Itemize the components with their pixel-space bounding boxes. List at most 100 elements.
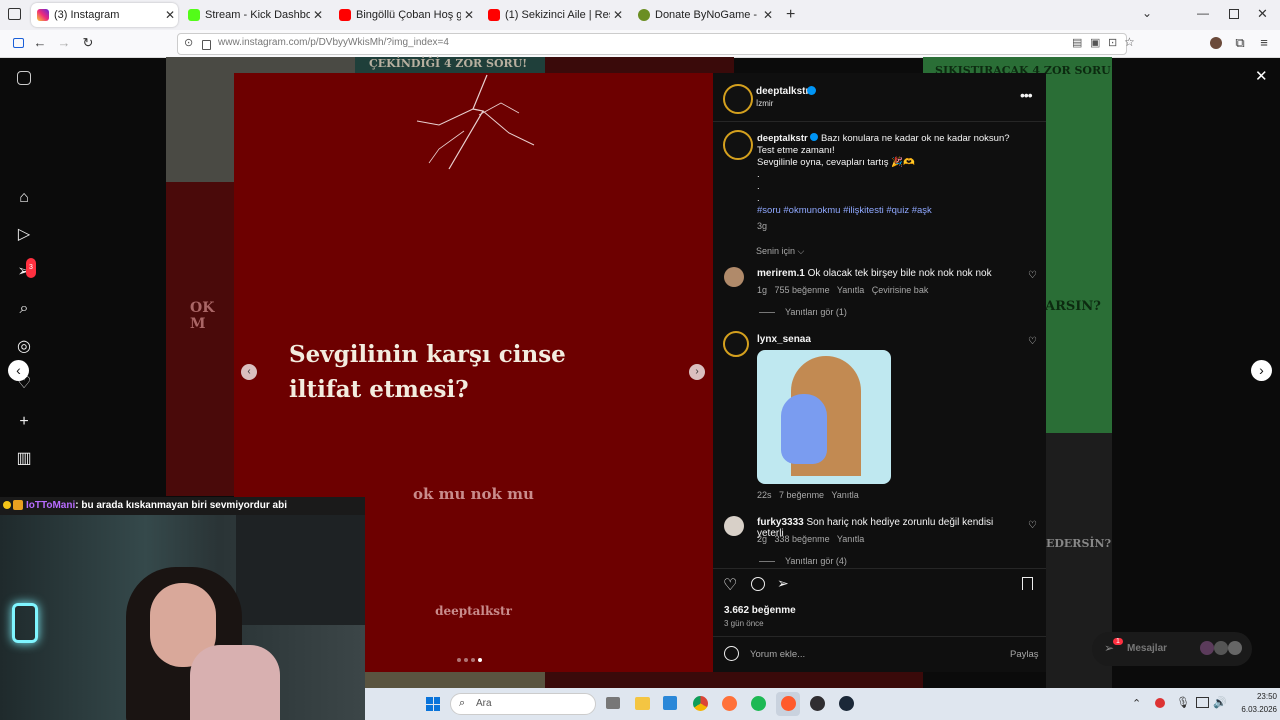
translate-button[interactable]: Çevirisine bak xyxy=(872,285,929,295)
volume-icon[interactable]: 🔊 xyxy=(1213,696,1227,709)
reload-icon[interactable]: ↻ xyxy=(80,35,96,51)
minimize-icon[interactable]: — xyxy=(1197,6,1209,20)
create-icon[interactable]: + xyxy=(14,412,34,432)
address-bar[interactable]: ⊙ www.instagram.com/p/DVbyyWkisMh/?img_i… xyxy=(177,33,1135,55)
more-options-icon[interactable]: ••• xyxy=(1020,87,1033,103)
share-comment-button[interactable]: Paylaş xyxy=(1010,649,1039,660)
comment-icon[interactable] xyxy=(751,577,765,591)
clock-time[interactable]: 23:50 xyxy=(1235,692,1277,701)
forward-icon[interactable]: → xyxy=(56,35,72,51)
emoji-icon[interactable] xyxy=(724,646,739,661)
reply-button[interactable]: Yanıtla xyxy=(831,490,858,500)
tab-bynogame[interactable]: Donate ByNoGame - Gelen/Gid ✕ xyxy=(632,3,776,27)
grid-tile[interactable] xyxy=(365,672,545,688)
reply-button[interactable]: Yanıtla xyxy=(837,285,864,295)
sort-comments-dropdown[interactable]: Senin için ⌵ xyxy=(756,246,804,257)
header-location[interactable]: İzmir xyxy=(756,99,773,108)
site-info-icon[interactable]: ⊙ xyxy=(184,36,193,49)
caption-username[interactable]: deeptalkstr xyxy=(757,133,808,144)
new-tab-icon[interactable]: + xyxy=(786,6,795,24)
clock-date[interactable]: 6.03.2026 xyxy=(1227,705,1277,714)
avatar[interactable] xyxy=(723,130,753,160)
grid-tile[interactable]: OK M xyxy=(166,182,234,496)
header-username[interactable]: deeptalkstr xyxy=(756,86,809,97)
obs-icon[interactable] xyxy=(810,696,825,711)
tab-youtube-1[interactable]: Bingöllü Çoban Hoş geldiniz - Y ✕ xyxy=(333,3,477,27)
save-icon[interactable] xyxy=(1022,577,1033,590)
messages-widget[interactable]: ➢ 1 Mesajlar xyxy=(1092,632,1252,666)
comment-likes[interactable]: 7 beğenme xyxy=(779,490,824,500)
tab-instagram[interactable]: (3) Instagram ✕ xyxy=(31,3,178,27)
tray-chevron-up-icon[interactable]: ⌃ xyxy=(1132,697,1141,710)
hashtags[interactable]: #soru #okmunokmu #ilişkitesti #quiz #aşk xyxy=(757,205,1025,217)
close-modal-icon[interactable]: ✕ xyxy=(1255,67,1268,85)
prev-post-button[interactable]: ‹ xyxy=(8,360,29,381)
menu-icon[interactable]: ≡ xyxy=(1256,35,1272,51)
comment-username[interactable]: lynx_senaa xyxy=(757,334,811,345)
profile-icon[interactable] xyxy=(1208,35,1224,51)
tray-app-icon[interactable] xyxy=(1155,698,1165,708)
grid-tile[interactable] xyxy=(545,672,923,688)
reader-view-icon[interactable]: ▤ xyxy=(1072,36,1082,49)
grid-tile[interactable]: ÇEKİNDİĞİ 4 ZOR SORU! xyxy=(355,57,545,73)
avatar[interactable] xyxy=(723,331,749,357)
search-icon[interactable]: ⌕ xyxy=(14,299,34,319)
comment-likes[interactable]: 755 beğenme xyxy=(775,285,830,295)
firefox-icon[interactable] xyxy=(722,696,737,711)
task-view-icon[interactable] xyxy=(606,697,620,709)
sidebar-toggle-icon[interactable] xyxy=(10,35,26,51)
comment-input[interactable]: Yorum ekle... xyxy=(750,649,805,660)
pip-icon[interactable]: ⊡ xyxy=(1108,36,1117,49)
share-icon[interactable]: ➢ xyxy=(777,575,789,592)
close-tab-icon[interactable]: ✕ xyxy=(162,8,178,22)
view-replies-button[interactable]: Yanıtları gör (4) xyxy=(759,556,847,566)
microphone-icon[interactable]: 🎙 xyxy=(1176,696,1190,709)
avatar[interactable] xyxy=(724,267,744,287)
chrome-icon[interactable] xyxy=(693,696,708,711)
close-tab-icon[interactable]: ✕ xyxy=(461,8,477,22)
tab-kick[interactable]: Stream - Kick Dashboard ✕ xyxy=(182,3,326,27)
tab-youtube-2[interactable]: (1) Sekizinci Aile | Resmi Fragma ✕ xyxy=(482,3,626,27)
next-post-button[interactable]: › xyxy=(1251,360,1272,381)
file-explorer-icon[interactable] xyxy=(635,697,650,710)
extensions-icon[interactable]: ⧉ xyxy=(1232,35,1248,51)
maximize-icon[interactable] xyxy=(1229,9,1239,19)
home-icon[interactable]: ⌂ xyxy=(14,188,34,208)
tab-list-dropdown-icon[interactable]: ⌄ xyxy=(1142,6,1152,20)
instagram-logo-icon[interactable] xyxy=(14,71,34,91)
close-tab-icon[interactable]: ✕ xyxy=(610,8,626,22)
tab-list-icon[interactable] xyxy=(8,8,21,20)
steam-icon[interactable] xyxy=(839,696,854,711)
reply-button[interactable]: Yanıtla xyxy=(837,534,864,544)
like-comment-icon[interactable]: ♡ xyxy=(1028,270,1037,281)
network-icon[interactable] xyxy=(1196,697,1209,708)
close-window-icon[interactable]: ✕ xyxy=(1257,6,1268,22)
comment-username[interactable]: furky3333 xyxy=(757,517,804,528)
store-icon[interactable] xyxy=(663,696,677,710)
back-icon[interactable]: ← xyxy=(32,35,48,51)
comment-username[interactable]: merirem.1 xyxy=(757,268,805,279)
spotify-icon[interactable] xyxy=(751,696,766,711)
avatar[interactable] xyxy=(724,516,744,536)
close-tab-icon[interactable]: ✕ xyxy=(310,8,326,22)
reels-icon[interactable]: ▷ xyxy=(14,225,34,245)
firefox-active-icon[interactable] xyxy=(776,692,800,716)
like-comment-icon[interactable]: ♡ xyxy=(1028,520,1037,531)
windows-start-icon[interactable] xyxy=(426,697,440,711)
comment-likes[interactable]: 338 beğenme xyxy=(775,534,830,544)
like-comment-icon[interactable]: ♡ xyxy=(1028,336,1037,347)
picture-icon[interactable]: ▣ xyxy=(1090,36,1100,49)
close-tab-icon[interactable]: ✕ xyxy=(760,8,776,22)
carousel-next-button[interactable]: › xyxy=(689,364,705,380)
insights-icon[interactable]: ▥ xyxy=(14,449,34,469)
comment-gif[interactable] xyxy=(757,350,891,484)
explore-icon[interactable]: ◎ xyxy=(14,337,34,357)
direct-icon[interactable]: ➢ 3 xyxy=(14,258,36,282)
grid-tile[interactable] xyxy=(545,57,734,73)
taskbar-search[interactable]: ⌕ Ara xyxy=(450,693,596,715)
avatar[interactable] xyxy=(723,84,753,114)
carousel-prev-button[interactable]: ‹ xyxy=(241,364,257,380)
view-replies-button[interactable]: Yanıtları gör (1) xyxy=(759,307,847,317)
likes-count[interactable]: 3.662 beğenme xyxy=(724,605,796,616)
bookmark-star-icon[interactable]: ☆ xyxy=(1124,35,1135,49)
